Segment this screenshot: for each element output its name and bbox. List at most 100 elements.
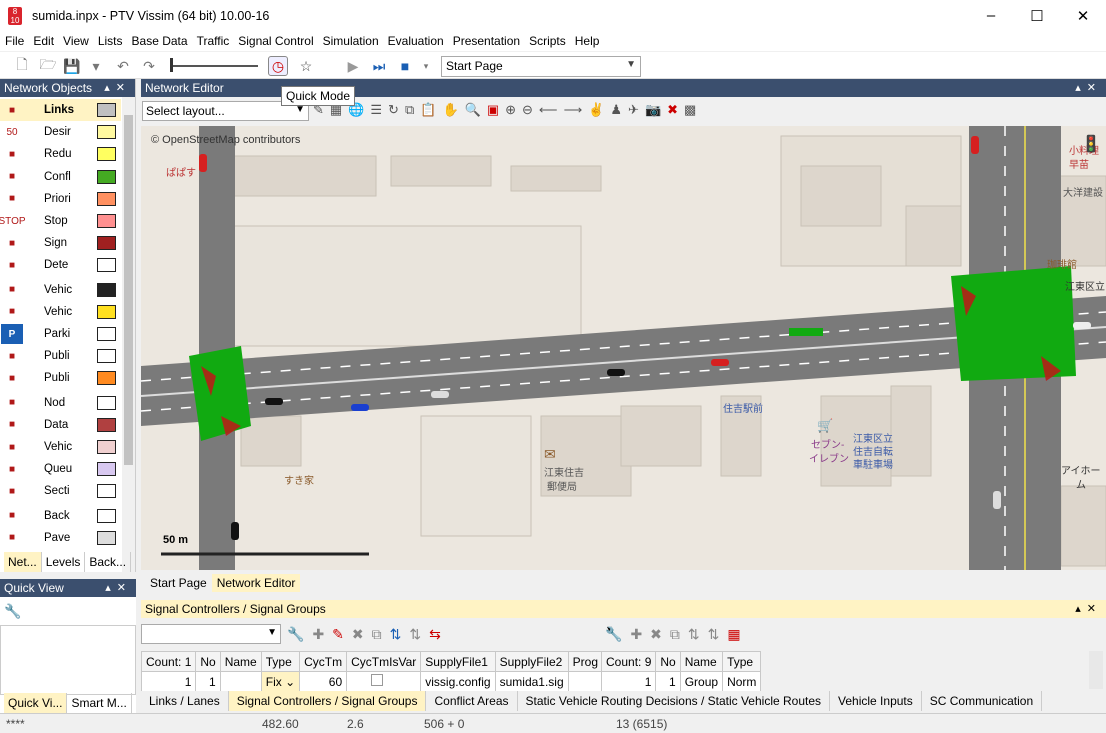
color-swatch[interactable] — [97, 395, 116, 410]
column-header[interactable]: CycTmIsVar — [346, 651, 422, 672]
stop-dropdown-icon[interactable]: ▾ — [416, 56, 436, 76]
menu-traffic[interactable]: Traffic — [192, 34, 234, 48]
menu-view[interactable]: View — [58, 34, 93, 48]
stop-icon[interactable]: ■ — [395, 56, 415, 76]
pedestrian-icon[interactable]: ♟ — [610, 102, 622, 118]
tab-static-routing[interactable]: Static Vehicle Routing Decisions / Stati… — [518, 691, 831, 711]
column-header[interactable]: SupplyFile2 — [494, 651, 569, 672]
network-object-row[interactable]: P Parki — [0, 323, 121, 345]
network-object-row[interactable]: ■ Dete — [0, 254, 121, 276]
menu-base-data[interactable]: Base Data — [127, 34, 192, 48]
color-swatch[interactable] — [97, 440, 116, 454]
network-object-row[interactable]: 50 Desir — [0, 121, 121, 143]
network-object-row[interactable]: ■ Redu — [0, 143, 121, 165]
tab-start-page[interactable]: Start Page — [145, 574, 212, 592]
edit-icon[interactable]: ✎ — [332, 626, 344, 643]
column-header[interactable]: No — [655, 651, 681, 672]
table-cell[interactable]: 1 — [600, 671, 657, 692]
network-object-row[interactable]: ■ Data — [0, 414, 121, 436]
pin-close-icon[interactable]: ▴✕ — [104, 81, 131, 94]
tab-signal-controllers[interactable]: Signal Controllers / Signal Groups — [228, 691, 427, 711]
paste-icon[interactable]: 📋 — [420, 102, 436, 118]
column-header[interactable]: No — [195, 651, 221, 672]
table-cell[interactable]: 1 — [655, 671, 681, 692]
add-icon[interactable]: ✚ — [630, 626, 642, 643]
maximize-button[interactable]: ☐ — [1014, 0, 1060, 31]
network-object-row[interactable]: ■ Secti — [0, 480, 121, 502]
quick-view-content[interactable] — [0, 625, 136, 695]
menu-simulation[interactable]: Simulation — [318, 34, 383, 48]
tab-backgrounds[interactable]: Back... — [85, 552, 132, 572]
column-header[interactable]: Name — [219, 651, 262, 672]
add-icon[interactable]: ✚ — [312, 626, 324, 643]
network-object-row[interactable]: ■ Publi — [0, 345, 121, 367]
color-swatch[interactable] — [97, 282, 116, 297]
signal-controllers-table[interactable]: Count: 1 No Name Type CycTm CycTmIsVar S… — [140, 651, 604, 692]
network-object-row[interactable]: ■ Back — [0, 505, 121, 527]
type-select-cell[interactable]: Fix ⌄ — [260, 671, 301, 692]
tab-network-objects[interactable]: Net... — [4, 552, 42, 572]
column-header[interactable]: Type — [260, 651, 301, 672]
pin-close-icon[interactable]: ▴✕ — [1075, 81, 1102, 94]
grid-scrollbar[interactable] — [1089, 651, 1103, 689]
network-object-row[interactable]: ■ Sign — [0, 232, 121, 254]
copy-icon[interactable]: ⧉ — [405, 102, 414, 118]
color-swatch[interactable] — [97, 349, 116, 364]
color-swatch[interactable] — [97, 147, 116, 162]
color-swatch[interactable] — [97, 508, 116, 523]
column-header[interactable]: CycTm — [299, 651, 348, 672]
table-cell[interactable]: Norm — [722, 671, 762, 692]
wrench-icon[interactable]: 🔧 — [605, 626, 622, 643]
menu-help[interactable]: Help — [570, 34, 604, 48]
table-row[interactable]: 1 1 Group Norm — [600, 671, 762, 692]
color-swatch[interactable] — [97, 462, 116, 477]
minimize-button[interactable]: – — [968, 0, 1014, 31]
delete-icon[interactable]: ✖ — [650, 626, 662, 643]
network-object-row[interactable]: ■ Nod — [0, 392, 121, 414]
color-swatch[interactable] — [97, 236, 116, 251]
table-cell[interactable]: 60 — [299, 671, 348, 692]
network-object-row[interactable]: ■ Links — [0, 99, 121, 121]
step-icon[interactable]: ⏭ — [369, 56, 389, 76]
list-icon[interactable]: ☰ — [370, 102, 382, 118]
delete-icon[interactable]: ✖ — [352, 626, 364, 643]
menu-lists[interactable]: Lists — [93, 34, 127, 48]
zoom-out-icon[interactable]: ⊖ — [522, 102, 533, 118]
refresh-icon[interactable]: ↻ — [388, 102, 399, 118]
color-swatch[interactable] — [97, 327, 116, 341]
play-icon[interactable]: ▶ — [343, 56, 363, 76]
star-icon[interactable]: ☆ — [296, 56, 316, 76]
pan-hand-icon[interactable]: ✋ — [442, 102, 458, 118]
table-cell[interactable]: 1 — [140, 671, 197, 692]
menu-edit[interactable]: Edit — [28, 34, 58, 48]
color-swatch[interactable] — [97, 417, 116, 432]
network-object-row[interactable]: ■ Vehic — [0, 301, 121, 323]
network-object-row[interactable]: ■ Pave — [0, 527, 121, 549]
network-object-row[interactable]: ■ Priori — [0, 188, 121, 210]
color-swatch[interactable] — [97, 258, 116, 273]
new-file-icon[interactable]: 🗋 — [12, 56, 32, 76]
close-button[interactable]: ✕ — [1060, 0, 1106, 31]
checkbox[interactable] — [371, 674, 384, 686]
simulation-speed-slider[interactable] — [170, 65, 258, 67]
color-swatch[interactable] — [97, 530, 116, 545]
tab-vehicle-inputs[interactable]: Vehicle Inputs — [830, 691, 922, 711]
table-cell[interactable] — [219, 671, 262, 692]
color-swatch[interactable] — [97, 304, 116, 319]
network-object-row[interactable]: STOP Stop — [0, 210, 121, 232]
sort-descending-icon[interactable]: ⇅ — [708, 626, 720, 643]
duplicate-icon[interactable]: ⧉ — [372, 626, 382, 643]
sort-ascending-icon[interactable]: ⇅ — [390, 626, 402, 643]
menu-evaluation[interactable]: Evaluation — [383, 34, 448, 48]
sort-ascending-icon[interactable]: ⇅ — [688, 626, 700, 643]
wrench-icon[interactable]: 🔧 — [287, 626, 304, 643]
sort-descending-icon[interactable]: ⇅ — [409, 626, 421, 643]
table-cell[interactable]: 1 — [195, 671, 221, 692]
hand-icon[interactable]: ✌ — [588, 102, 604, 118]
network-object-row[interactable]: ■ Vehic — [0, 279, 121, 301]
column-header[interactable]: Count: 1 — [140, 651, 197, 672]
table-settings-icon[interactable]: ▦ — [727, 626, 740, 643]
color-swatch[interactable] — [97, 484, 116, 499]
color-swatch[interactable] — [97, 371, 116, 386]
remove-sort-icon[interactable]: ⇆ — [429, 626, 441, 643]
